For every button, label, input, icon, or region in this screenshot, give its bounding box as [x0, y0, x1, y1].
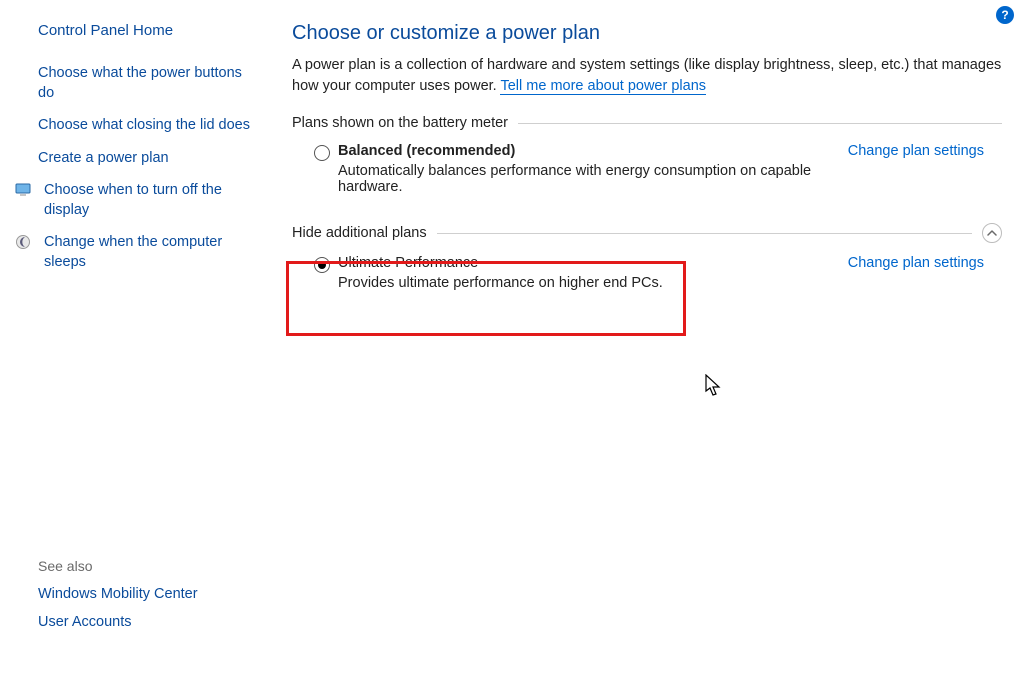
help-button[interactable]: ?: [996, 6, 1014, 24]
moon-icon: [14, 233, 32, 251]
plan-text: Balanced (recommended) Automatically bal…: [338, 143, 832, 195]
cursor-icon: [705, 374, 725, 400]
sidebar-footer: See also Windows Mobility Center User Ac…: [38, 558, 260, 662]
sidebar: Control Panel Home Choose what the power…: [0, 0, 280, 682]
footer-link-mobility-center[interactable]: Windows Mobility Center: [38, 586, 260, 602]
sidebar-item-lid[interactable]: Choose what closing the lid does: [38, 116, 260, 136]
plan-name: Ultimate Performance: [338, 255, 832, 271]
chevron-up-icon: [987, 228, 997, 238]
plan-balanced: Balanced (recommended) Automatically bal…: [292, 131, 1002, 195]
sidebar-item-power-buttons[interactable]: Choose what the power buttons do: [38, 64, 260, 103]
monitor-icon: [14, 181, 32, 199]
radio-ultimate[interactable]: [314, 257, 330, 273]
intro-link[interactable]: Tell me more about power plans: [500, 78, 706, 95]
sidebar-item-label: Create a power plan: [38, 149, 169, 169]
sidebar-item-label: Choose what the power buttons do: [38, 64, 260, 103]
change-plan-settings-link[interactable]: Change plan settings: [848, 255, 984, 271]
sidebar-item-label: Choose what closing the lid does: [38, 116, 250, 136]
see-also-label: See also: [38, 558, 260, 574]
divider: [437, 233, 972, 234]
group-label: Hide additional plans: [292, 225, 427, 241]
sidebar-item-label: Change when the computer sleeps: [44, 233, 260, 272]
control-panel-home-link[interactable]: Control Panel Home: [38, 22, 260, 39]
group-battery-meter: Plans shown on the battery meter: [292, 115, 1002, 131]
plan-ultimate: Ultimate Performance Provides ultimate p…: [292, 243, 1002, 291]
sidebar-item-sleep[interactable]: Change when the computer sleeps: [38, 233, 260, 272]
sidebar-item-label: Choose when to turn off the display: [44, 181, 260, 220]
radio-balanced[interactable]: [314, 145, 330, 161]
main-content: Choose or customize a power plan A power…: [280, 0, 1024, 682]
plan-desc: Provides ultimate performance on higher …: [338, 275, 832, 291]
footer-link-user-accounts[interactable]: User Accounts: [38, 614, 260, 630]
group-additional-plans: Hide additional plans: [292, 223, 1002, 243]
page-title: Choose or customize a power plan: [292, 22, 1002, 45]
intro-text: A power plan is a collection of hardware…: [292, 55, 1002, 97]
divider: [518, 123, 1002, 124]
plan-text: Ultimate Performance Provides ultimate p…: [338, 255, 832, 291]
change-plan-settings-link[interactable]: Change plan settings: [848, 143, 984, 159]
group-label: Plans shown on the battery meter: [292, 115, 508, 131]
plan-desc: Automatically balances performance with …: [338, 163, 832, 195]
plan-name: Balanced (recommended): [338, 143, 832, 159]
sidebar-item-display-off[interactable]: Choose when to turn off the display: [38, 181, 260, 220]
sidebar-item-create-plan[interactable]: Create a power plan: [38, 149, 260, 169]
collapse-toggle-button[interactable]: [982, 223, 1002, 243]
sidebar-links: Choose what the power buttons do Choose …: [38, 64, 260, 273]
